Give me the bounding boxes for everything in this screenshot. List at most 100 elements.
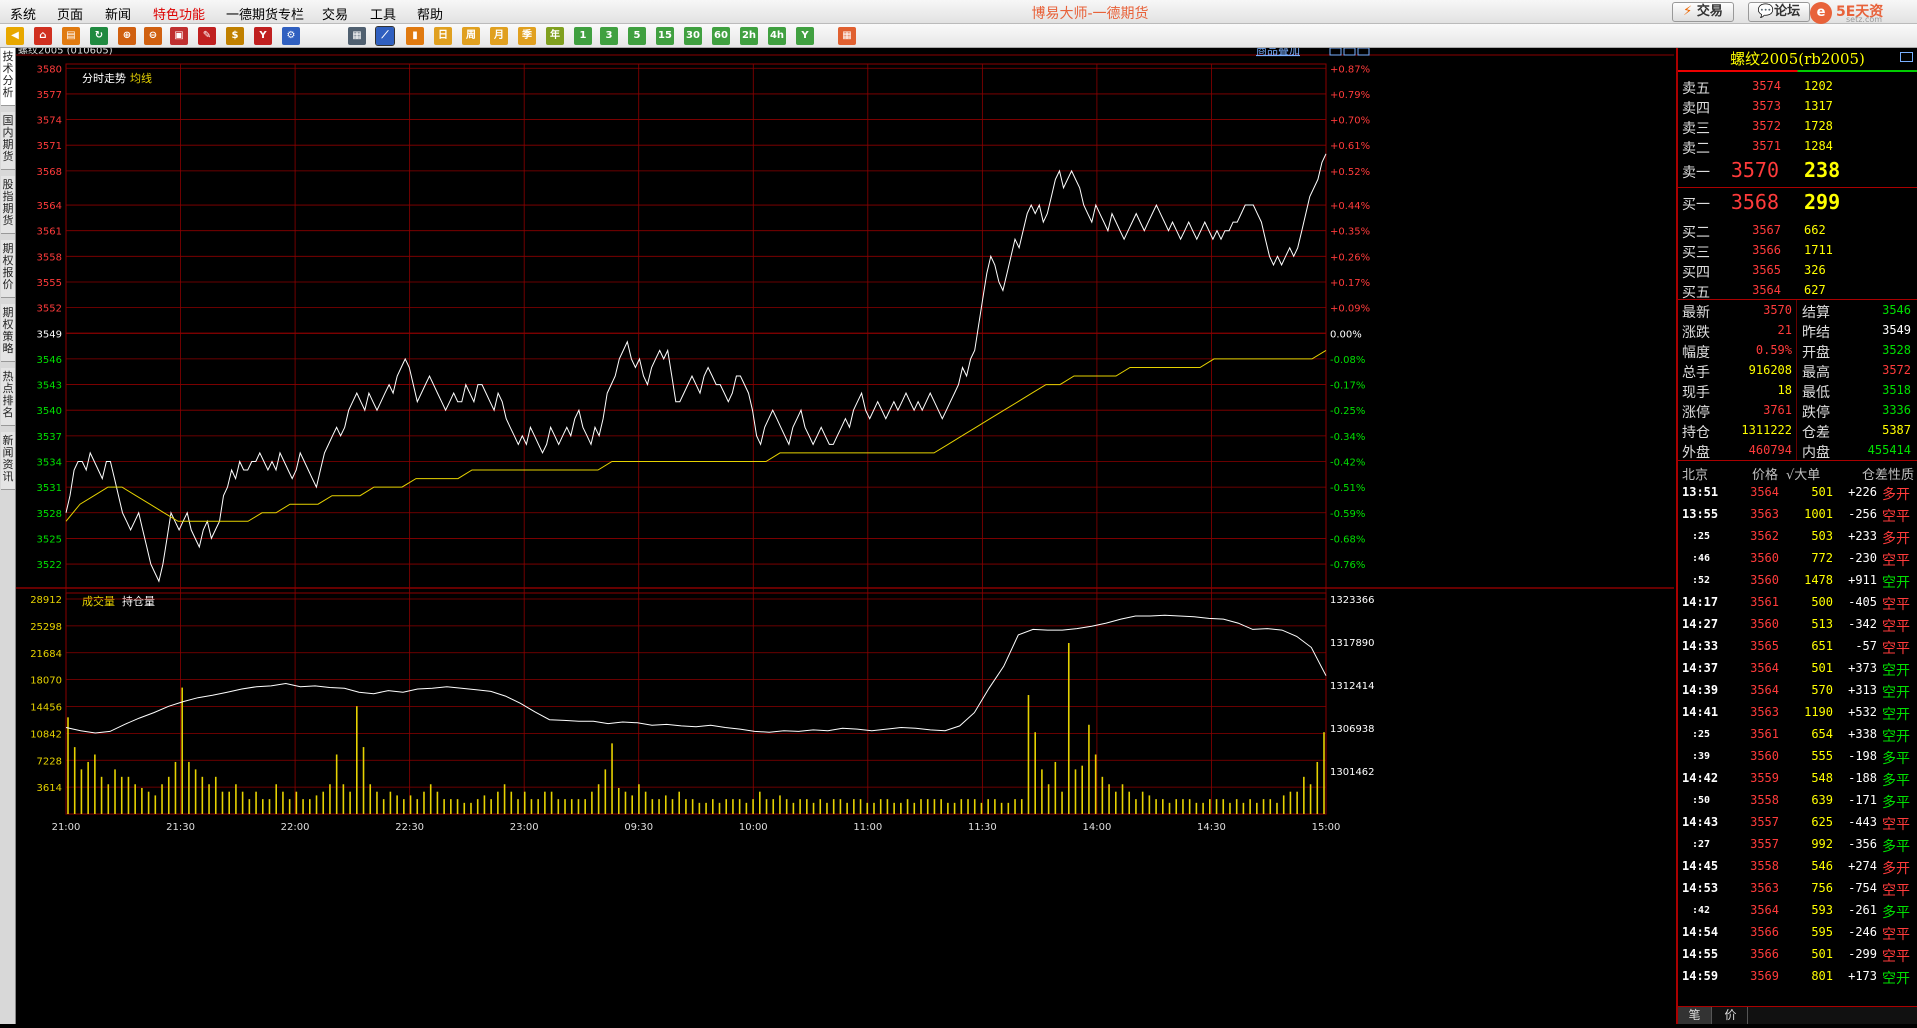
tick-row[interactable]: :52 3560 1478 +911 空开 bbox=[1678, 570, 1917, 592]
restore-icon[interactable] bbox=[1329, 47, 1342, 56]
tick-row[interactable]: 14:55 3566 501 -299 空平 bbox=[1678, 944, 1917, 966]
panel-restore-icon[interactable] bbox=[1900, 52, 1913, 62]
month-icon[interactable]: 月 bbox=[490, 27, 508, 45]
bid-price[interactable]: 3568 bbox=[1731, 190, 1779, 214]
chart-area[interactable]: 螺纹2005 (010605) 商品叠加 分时走势 均线 成交量 持仓量 3580 +0.87… bbox=[16, 43, 1674, 1024]
side-tab-2[interactable]: 股 指 期 货 bbox=[1, 176, 15, 234]
intraday-chart[interactable]: 螺纹2005 (010605) 商品叠加分时走势 均线成交量 持仓量 3580 +0.87… bbox=[16, 43, 1674, 1024]
ticks-divider bbox=[1678, 460, 1917, 461]
min2h-icon[interactable]: 2h bbox=[740, 27, 758, 45]
tick-row[interactable]: 14:33 3565 651 -57 空平 bbox=[1678, 636, 1917, 658]
tick-row[interactable]: 14:54 3566 595 -246 空平 bbox=[1678, 922, 1917, 944]
folder-icon[interactable]: ▤ bbox=[62, 27, 80, 45]
bid-price[interactable]: 3566 bbox=[1752, 243, 1781, 257]
maximize-icon[interactable] bbox=[1343, 47, 1356, 56]
tick-row[interactable]: 14:42 3559 548 -188 多平 bbox=[1678, 768, 1917, 790]
volume-pane-title: 成交量 bbox=[82, 594, 115, 608]
overlay-link[interactable]: 商品叠加 bbox=[1256, 43, 1300, 57]
tick-row[interactable]: :42 3564 593 -261 多平 bbox=[1678, 900, 1917, 922]
tick-row[interactable]: 14:27 3560 513 -342 空平 bbox=[1678, 614, 1917, 636]
tick-row[interactable]: 14:59 3569 801 +173 空开 bbox=[1678, 966, 1917, 988]
week-icon[interactable]: 周 bbox=[462, 27, 480, 45]
min30-icon[interactable]: 30 bbox=[684, 27, 702, 45]
volume-tick-label: 21684 bbox=[30, 649, 62, 660]
ask-price[interactable]: 3572 bbox=[1752, 119, 1781, 133]
tick-row[interactable]: :39 3560 555 -198 多平 bbox=[1678, 746, 1917, 768]
tool-icon[interactable]: ⚙ bbox=[282, 27, 300, 45]
panel-bottom-tabs: 笔价 bbox=[1678, 1006, 1917, 1024]
tick-row[interactable]: 14:39 3564 570 +313 空开 bbox=[1678, 680, 1917, 702]
side-tab-4[interactable]: 期 权 策 略 bbox=[1, 304, 15, 362]
custom-period-icon[interactable]: Y bbox=[796, 27, 814, 45]
tick-row[interactable]: :25 3561 654 +338 空开 bbox=[1678, 724, 1917, 746]
close-icon[interactable] bbox=[1357, 47, 1370, 56]
ask-price[interactable]: 3570 bbox=[1731, 158, 1779, 182]
min60-icon[interactable]: 60 bbox=[712, 27, 730, 45]
min1-icon[interactable]: 1 bbox=[574, 27, 592, 45]
menu-item-2[interactable]: 新闻 bbox=[105, 4, 131, 23]
oi-tick-label: 1312414 bbox=[1330, 681, 1375, 692]
tick-row[interactable]: 13:55 3563 1001 -256 空平 bbox=[1678, 504, 1917, 526]
menu-item-6[interactable]: 工具 bbox=[370, 4, 396, 23]
tick-row[interactable]: 14:43 3557 625 -443 空平 bbox=[1678, 812, 1917, 834]
cup-icon[interactable]: Y bbox=[254, 27, 272, 45]
side-tab-1[interactable]: 国 内 期 货 bbox=[1, 112, 15, 170]
avg-line-label: 均线 bbox=[130, 71, 152, 85]
min5-icon[interactable]: 5 bbox=[628, 27, 646, 45]
bid-price[interactable]: 3567 bbox=[1752, 223, 1781, 237]
menu-item-7[interactable]: 帮助 bbox=[417, 4, 443, 23]
zoom-out-icon[interactable]: ⊖ bbox=[144, 27, 162, 45]
tick-row[interactable]: 14:17 3561 500 -405 空平 bbox=[1678, 592, 1917, 614]
bid-price[interactable]: 3564 bbox=[1752, 283, 1781, 297]
bid-price[interactable]: 3565 bbox=[1752, 263, 1781, 277]
pencil-icon[interactable]: ✎ bbox=[198, 27, 216, 45]
menu-item-5[interactable]: 交易 bbox=[322, 4, 348, 23]
tick-row[interactable]: :50 3558 639 -171 多平 bbox=[1678, 790, 1917, 812]
home-icon[interactable]: ⌂ bbox=[34, 27, 52, 45]
tick-row[interactable]: :25 3562 503 +233 多开 bbox=[1678, 526, 1917, 548]
list-icon[interactable]: ▦ bbox=[348, 27, 366, 45]
forum-button[interactable]: 💬论坛 bbox=[1748, 2, 1810, 22]
ask-price[interactable]: 3573 bbox=[1752, 99, 1781, 113]
bottom-tab-0[interactable]: 笔 bbox=[1678, 1007, 1712, 1024]
day-icon[interactable]: 日 bbox=[434, 27, 452, 45]
ask-price[interactable]: 3574 bbox=[1752, 79, 1781, 93]
tick-row[interactable]: 14:37 3564 501 +373 空开 bbox=[1678, 658, 1917, 680]
side-tab-5[interactable]: 热 点 排 名 bbox=[1, 368, 15, 426]
tick-row[interactable]: :27 3557 992 -356 多平 bbox=[1678, 834, 1917, 856]
quarter-icon[interactable]: 季 bbox=[518, 27, 536, 45]
trade-button[interactable]: ⚡ 交易 bbox=[1672, 2, 1734, 22]
menu-item-1[interactable]: 页面 bbox=[57, 4, 83, 23]
stat-label: 开盘 bbox=[1802, 345, 1830, 361]
menu-item-4[interactable]: 一德期货专栏 bbox=[226, 4, 304, 23]
calculator-icon[interactable]: ▦ bbox=[838, 27, 856, 45]
min4h-icon[interactable]: 4h bbox=[768, 27, 786, 45]
menu-item-0[interactable]: 系统 bbox=[10, 4, 36, 23]
min3-icon[interactable]: 3 bbox=[600, 27, 618, 45]
tick-row[interactable]: 14:53 3563 756 -754 空平 bbox=[1678, 878, 1917, 900]
price-tick-label: 3564 bbox=[37, 201, 62, 212]
tick-price: 3561 bbox=[1750, 595, 1779, 609]
tick-row[interactable]: 13:51 3564 501 +226 多开 bbox=[1678, 482, 1917, 504]
tick-time: 14:17 bbox=[1682, 595, 1719, 609]
tick-row[interactable]: 14:45 3558 546 +274 多开 bbox=[1678, 856, 1917, 878]
tick-price: 3560 bbox=[1750, 617, 1779, 631]
side-tab-6[interactable]: 新 闻 资 讯 bbox=[1, 432, 15, 490]
zoom-in-icon[interactable]: ⊕ bbox=[118, 27, 136, 45]
kline-icon[interactable]: ▮ bbox=[406, 27, 424, 45]
min15-icon[interactable]: 15 bbox=[656, 27, 674, 45]
tick-row[interactable]: :46 3560 772 -230 空平 bbox=[1678, 548, 1917, 570]
bottom-tab-1[interactable]: 价 bbox=[1714, 1007, 1748, 1024]
window-icon[interactable]: ▣ bbox=[170, 27, 188, 45]
menu-item-3[interactable]: 特色功能 bbox=[153, 4, 205, 23]
tick-row[interactable]: 14:41 3563 1190 +532 空开 bbox=[1678, 702, 1917, 724]
gold-icon[interactable]: $ bbox=[226, 27, 244, 45]
side-tab-0[interactable]: 技 术 分 析 bbox=[1, 48, 15, 106]
ask-price[interactable]: 3571 bbox=[1752, 139, 1781, 153]
stat-value: 5387 bbox=[1882, 423, 1911, 437]
intraday-chart-icon[interactable]: ⟋ bbox=[375, 26, 395, 46]
refresh-icon[interactable]: ↻ bbox=[90, 27, 108, 45]
side-tab-3[interactable]: 期 权 报 价 bbox=[1, 240, 15, 298]
year-icon[interactable]: 年 bbox=[546, 27, 564, 45]
back-icon[interactable]: ◀ bbox=[6, 27, 24, 45]
